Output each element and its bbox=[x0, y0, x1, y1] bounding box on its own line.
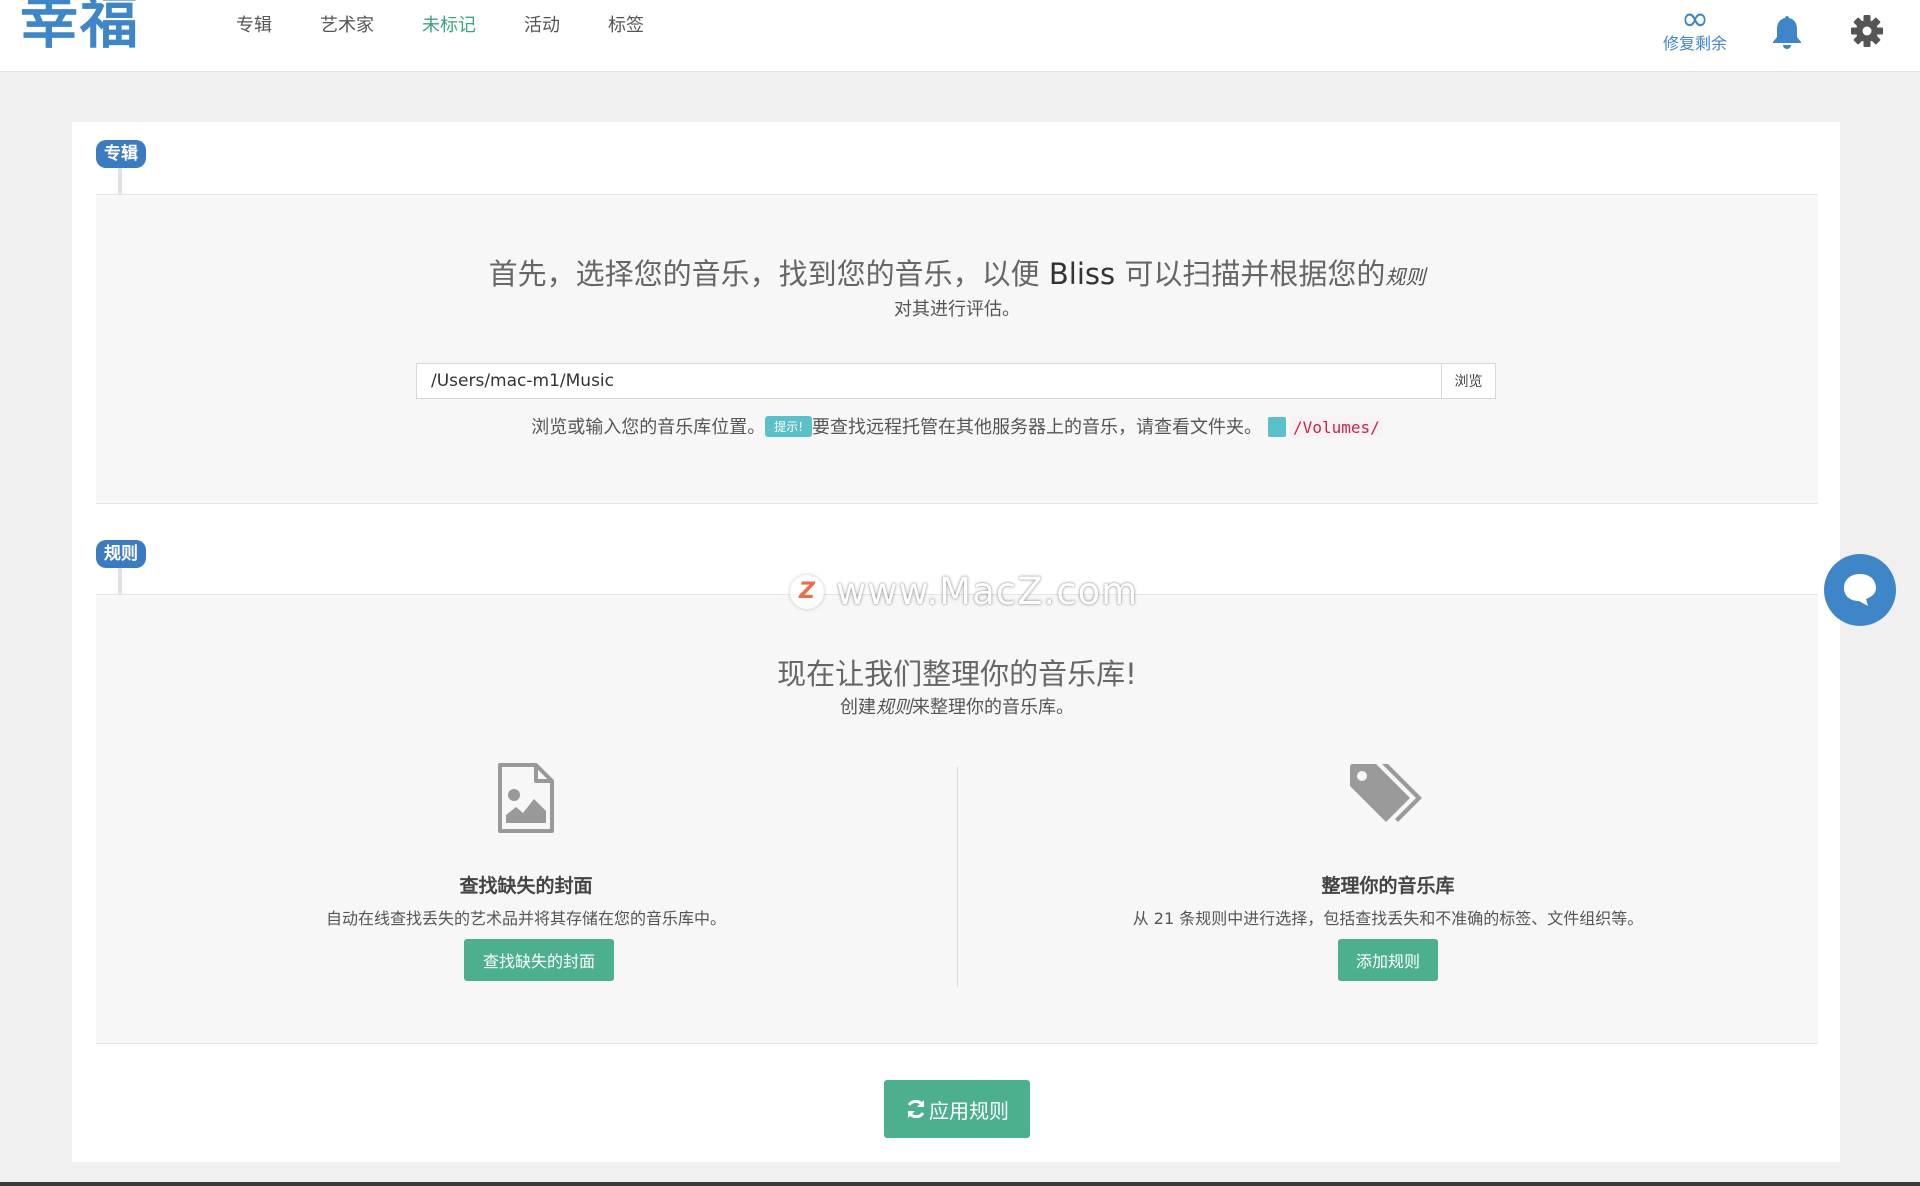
organize-library-description: 从 21 条规则中进行选择，包括查找丢失和不准确的标签、文件组织等。 bbox=[1132, 909, 1644, 928]
repair-remaining-label: 修复剩余 bbox=[1662, 34, 1727, 53]
albums-section: 专辑 首先，选择您的音乐，找到您的音乐，以便 Bliss 可以扫描并根据您的规则… bbox=[96, 140, 1818, 524]
tab-tags[interactable]: 标签 bbox=[608, 14, 644, 38]
bell-icon[interactable] bbox=[1770, 14, 1804, 50]
tab-activity[interactable]: 活动 bbox=[524, 14, 560, 38]
organize-library-panel: 整理你的音乐库 从 21 条规则中进行选择，包括查找丢失和不准确的标签、文件组织… bbox=[958, 763, 1818, 1003]
hint-text-2: 要查找远程托管在其他服务器上的音乐，请查看文件夹。 bbox=[812, 417, 1263, 438]
main-card: 专辑 首先，选择您的音乐，找到您的音乐，以便 Bliss 可以扫描并根据您的规则… bbox=[72, 122, 1840, 1162]
path-hint: 浏览或输入您的音乐库位置。 提示! 要查找远程托管在其他服务器上的音乐，请查看文件夹… bbox=[96, 413, 1818, 439]
app-logo[interactable]: 幸福 bbox=[20, 0, 140, 58]
rules-subline: 创建规则来整理你的音乐库。 bbox=[96, 693, 1818, 719]
hint-text: 浏览或输入您的音乐库位置。 bbox=[531, 417, 766, 438]
top-navbar: 幸福 专辑 艺术家 未标记 活动 标签 ∞ 修复剩余 bbox=[0, 0, 1920, 72]
rules-section-body: 现在让我们整理你的音乐库! 创建规则来整理你的音乐库。 查找缺失的封面 自动在线… bbox=[96, 594, 1818, 1044]
headline-brand: Bliss bbox=[1048, 257, 1116, 291]
albums-section-badge: 专辑 bbox=[96, 140, 146, 168]
volumes-folder-code: /Volumes/ bbox=[1290, 417, 1383, 438]
albums-subline: 对其进行评估。 bbox=[894, 299, 1020, 320]
tab-albums[interactable]: 专辑 bbox=[236, 14, 272, 38]
find-missing-covers-button[interactable]: 查找缺失的封面 bbox=[464, 939, 614, 981]
headline-text: 首先，选择您的音乐，找到您的音乐，以便 bbox=[488, 257, 1049, 291]
tags-icon-wrap bbox=[958, 763, 1818, 839]
rules-section-badge: 规则 bbox=[96, 540, 146, 568]
subline-text-2: 来整理你的音乐库。 bbox=[912, 697, 1074, 718]
subline-text: 创建 bbox=[840, 697, 876, 718]
chat-icon bbox=[1844, 574, 1876, 606]
infinity-value: ∞ bbox=[1680, 0, 1710, 39]
albums-section-body: 首先，选择您的音乐，找到您的音乐，以便 Bliss 可以扫描并根据您的规则 对其… bbox=[96, 194, 1818, 504]
image-file-icon-wrap bbox=[96, 763, 956, 839]
rules-headline: 现在让我们整理你的音乐库! bbox=[777, 657, 1137, 691]
refresh-icon bbox=[907, 1099, 925, 1119]
nav-tabs: 专辑 艺术家 未标记 活动 标签 bbox=[236, 14, 692, 38]
site-watermark: Z www.MacZ.com bbox=[790, 570, 1138, 613]
image-file-icon bbox=[498, 763, 554, 833]
gear-icon[interactable] bbox=[1850, 14, 1884, 48]
albums-headline: 首先，选择您的音乐，找到您的音乐，以便 Bliss 可以扫描并根据您的规则 bbox=[96, 251, 1818, 293]
rules-section: 规则 现在让我们整理你的音乐库! 创建规则来整理你的音乐库。 查找缺失的封面 自… bbox=[96, 540, 1818, 1044]
subline-rules-emphasis: 规则 bbox=[876, 697, 912, 718]
music-path-input[interactable] bbox=[417, 364, 1441, 398]
tags-icon bbox=[1350, 764, 1422, 822]
headline-rules-emphasis: 规则 bbox=[1385, 265, 1426, 289]
find-covers-description: 自动在线查找丢失的艺术品并将其存储在您的音乐库中。 bbox=[325, 909, 726, 928]
headline-text-2: 可以扫描并根据您的 bbox=[1115, 257, 1386, 291]
browse-button[interactable]: 浏览 bbox=[1441, 364, 1495, 398]
find-covers-panel: 查找缺失的封面 自动在线查找丢失的艺术品并将其存储在您的音乐库中。 查找缺失的封… bbox=[96, 763, 956, 1003]
tab-artists[interactable]: 艺术家 bbox=[320, 14, 374, 38]
tip-badge: 提示! bbox=[765, 416, 813, 437]
tab-untagged[interactable]: 未标记 bbox=[422, 14, 476, 38]
folder-marker-icon bbox=[1268, 417, 1287, 437]
add-rules-button[interactable]: 添加规则 bbox=[1338, 939, 1438, 981]
watermark-text: www.MacZ.com bbox=[836, 570, 1139, 613]
chat-support-button[interactable] bbox=[1824, 554, 1896, 626]
apply-rules-label: 应用规则 bbox=[929, 1098, 1009, 1123]
watermark-logo-icon: Z bbox=[790, 574, 824, 609]
organize-library-title: 整理你的音乐库 bbox=[1321, 875, 1455, 897]
window-bottom-edge bbox=[0, 1182, 1920, 1186]
music-path-field: 浏览 bbox=[416, 363, 1496, 399]
apply-rules-button[interactable]: 应用规则 bbox=[884, 1080, 1030, 1138]
repair-remaining-counter[interactable]: ∞ 修复剩余 bbox=[1650, 0, 1740, 54]
find-covers-title: 查找缺失的封面 bbox=[459, 875, 593, 897]
